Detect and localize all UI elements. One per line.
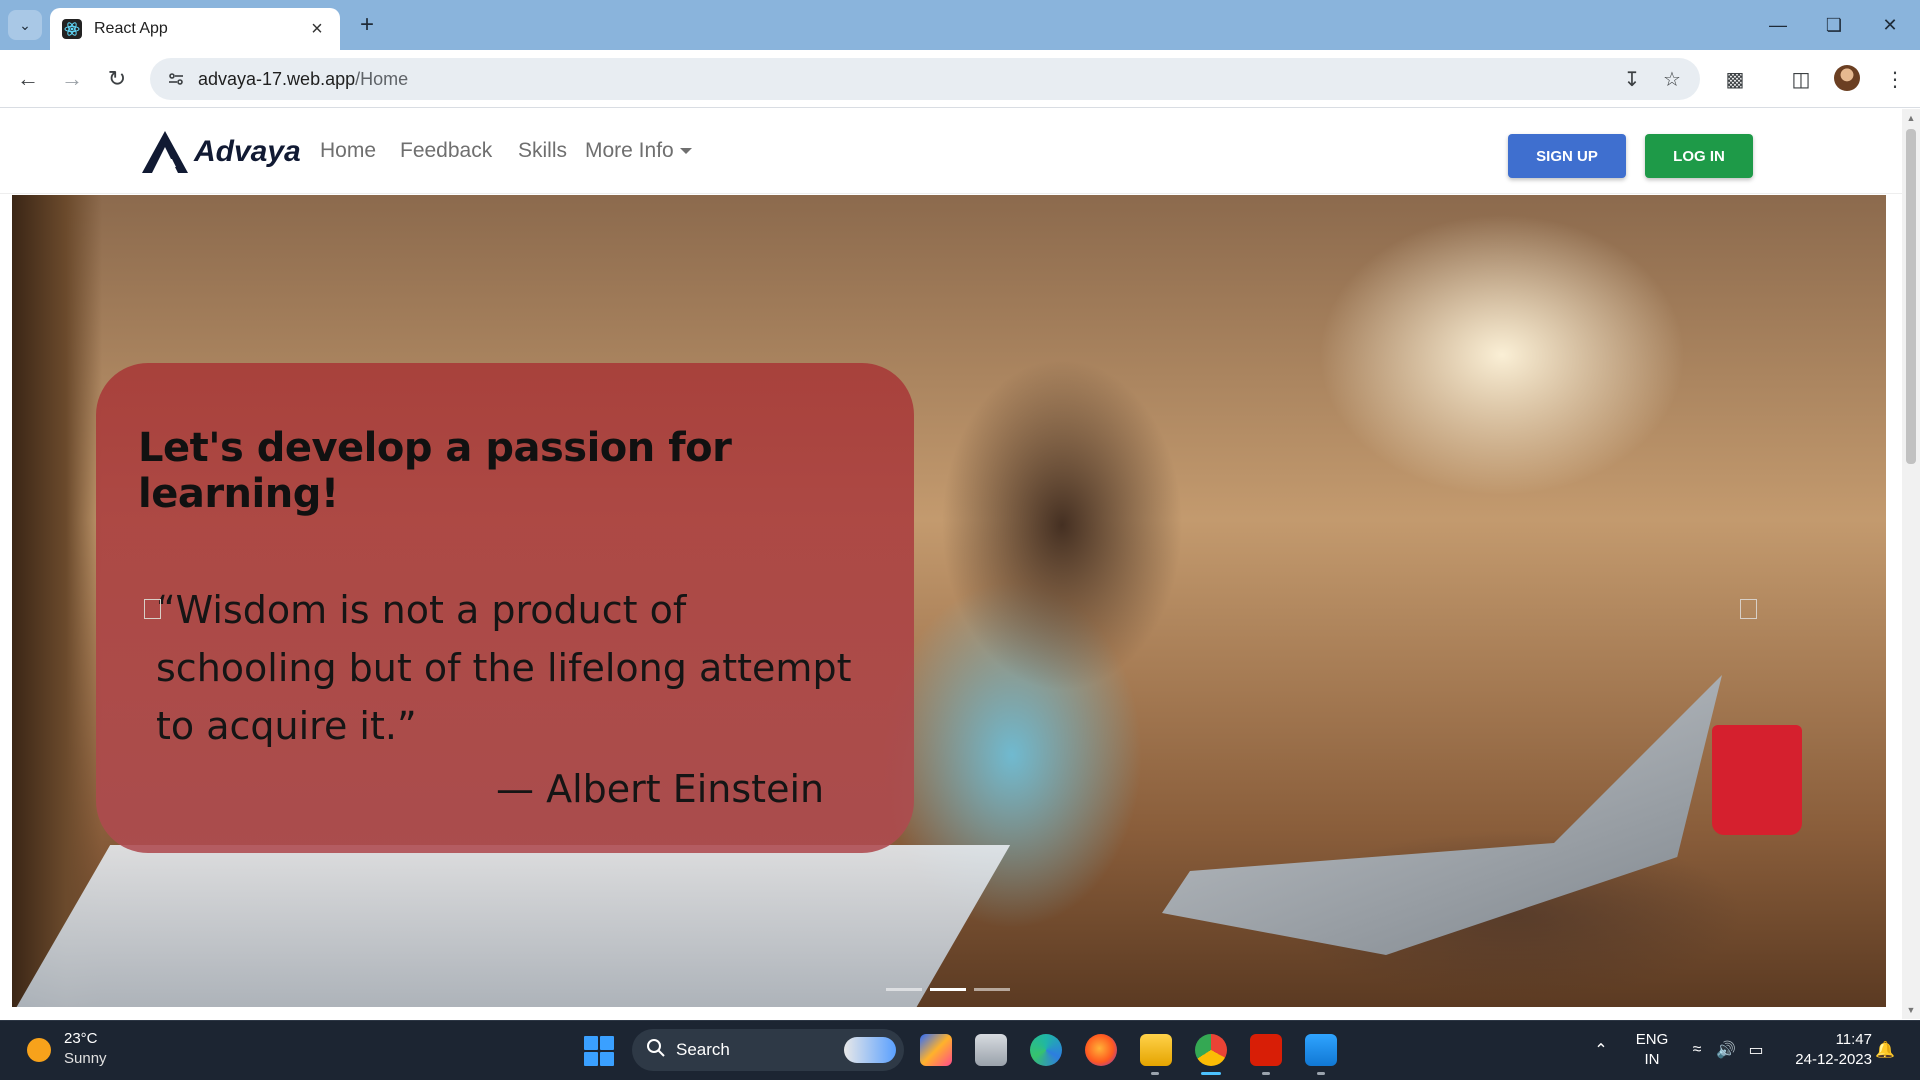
arrow-right-icon: → [61, 66, 83, 91]
extensions-icon[interactable]: ▩ [1720, 64, 1750, 94]
forward-button[interactable]: → [56, 63, 88, 95]
advaya-logo-icon [142, 131, 188, 173]
web-page: Advaya Home Feedback Skills More Info SI… [0, 109, 1902, 1019]
active-app-indicator [1201, 1072, 1221, 1075]
chrome-icon[interactable] [1195, 1034, 1227, 1066]
close-icon: ✕ [1882, 14, 1898, 35]
tab-title: React App [94, 20, 168, 37]
arrow-left-icon: ← [17, 66, 39, 91]
os-taskbar [0, 1020, 1920, 1080]
carousel-indicator-active[interactable] [930, 988, 966, 991]
start-button[interactable] [584, 1036, 614, 1066]
plus-icon: + [359, 11, 374, 38]
caret-down-icon [679, 148, 692, 155]
quote-card: Let's develop a passion for learning! “W… [96, 363, 914, 853]
browser-tab-strip: ⌄ React App × + — ❏ ✕ [0, 0, 1920, 50]
wifi-icon[interactable]: ≈ [1686, 1039, 1708, 1061]
site-navbar: Advaya Home Feedback Skills More Info SI… [0, 109, 1902, 194]
quote-text: “Wisdom is not a product of schooling bu… [156, 588, 852, 748]
reload-icon: ↻ [107, 66, 127, 91]
language-line-1[interactable]: ENG [1634, 1031, 1670, 1048]
brand-logo[interactable]: Advaya [140, 129, 301, 175]
battery-icon[interactable]: ▭ [1745, 1039, 1767, 1061]
bookmark-star-icon[interactable]: ☆ [1660, 67, 1684, 91]
search-label: Search [676, 1040, 730, 1059]
search-highlight-image [844, 1037, 896, 1063]
new-tab-button[interactable]: + [352, 10, 382, 40]
side-panel-icon[interactable]: ◫ [1786, 64, 1816, 94]
clock-time[interactable]: 11:47 [1782, 1031, 1872, 1048]
address-bar[interactable]: advaya-17.web.app/Home ↧ ☆ [150, 58, 1700, 100]
react-favicon-icon [62, 19, 82, 39]
file-explorer-icon[interactable] [1140, 1034, 1172, 1066]
quote-author: — Albert Einstein [496, 767, 825, 811]
menu-kebab-icon[interactable]: ⋮ [1880, 64, 1910, 94]
chevron-down-icon: ⌄ [19, 16, 31, 33]
copilot-app-icon[interactable] [920, 1034, 952, 1066]
running-indicator [1317, 1072, 1325, 1075]
url-path: /Home [355, 68, 409, 89]
hero-photo-mug [1712, 725, 1802, 835]
more-info-label: More Info [585, 139, 674, 162]
profile-avatar[interactable] [1834, 65, 1860, 91]
taskbar-search[interactable]: Search [632, 1029, 904, 1071]
search-icon [646, 1038, 666, 1063]
acrobat-reader-icon[interactable] [1250, 1034, 1282, 1066]
carousel-prev-button[interactable] [144, 599, 161, 619]
weather-description[interactable]: Sunny [64, 1050, 107, 1067]
language-line-2[interactable]: IN [1634, 1051, 1670, 1068]
notification-bell-icon[interactable]: 🔔 [1874, 1039, 1896, 1061]
nav-link-feedback[interactable]: Feedback [400, 139, 492, 163]
minimize-button[interactable]: — [1750, 0, 1806, 50]
site-info-icon[interactable] [164, 67, 188, 91]
log-in-button[interactable]: LOG IN [1645, 134, 1753, 178]
sun-icon[interactable] [27, 1038, 51, 1062]
hero-heading: Let's develop a passion for learning! [138, 425, 732, 517]
url-text: advaya-17.web.app/Home [198, 69, 408, 90]
nav-dropdown-more-info[interactable]: More Info [585, 139, 692, 163]
edge-browser-icon[interactable] [1030, 1034, 1062, 1066]
page-scrollbar[interactable]: ▲ ▼ [1902, 109, 1920, 1019]
brand-name: Advaya [194, 135, 301, 168]
show-hidden-icons-chevron-icon[interactable]: ⌃ [1590, 1039, 1612, 1061]
hero-photo-laptop [1162, 675, 1722, 955]
browser-tab-active[interactable]: React App × [50, 8, 340, 50]
close-window-button[interactable]: ✕ [1862, 0, 1918, 50]
nav-link-skills[interactable]: Skills [518, 139, 567, 163]
restore-icon: ❏ [1825, 14, 1843, 35]
notepad-icon[interactable] [1305, 1034, 1337, 1066]
running-indicator [1151, 1072, 1159, 1075]
tab-close-icon[interactable]: × [306, 18, 328, 41]
windows-logo-icon [584, 1036, 598, 1050]
carousel-next-button[interactable] [1740, 599, 1757, 619]
hero-photo-open-book [12, 845, 1011, 1007]
carousel-indicators [886, 988, 1010, 991]
scroll-down-icon[interactable]: ▼ [1906, 1005, 1916, 1015]
clock-date[interactable]: 24-12-2023 [1782, 1051, 1872, 1068]
tab-search-button[interactable]: ⌄ [8, 10, 42, 40]
running-indicator [1262, 1072, 1270, 1075]
scroll-up-icon[interactable]: ▲ [1906, 113, 1916, 123]
back-button[interactable]: ← [12, 63, 44, 95]
browser-toolbar: ← → ↻ advaya-17.web.app/Home ↧ ☆ ▩ ◫ ⋮ [0, 50, 1920, 108]
carousel-indicator[interactable] [886, 988, 922, 991]
weather-temperature[interactable]: 23°C [64, 1030, 98, 1047]
url-domain: advaya-17.web.app [198, 68, 356, 89]
minimize-icon: — [1769, 14, 1787, 35]
firefox-icon[interactable] [1085, 1034, 1117, 1066]
volume-icon[interactable]: 🔊 [1715, 1039, 1737, 1061]
restore-button[interactable]: ❏ [1806, 0, 1862, 50]
scroll-thumb[interactable] [1906, 129, 1916, 464]
reload-button[interactable]: ↻ [101, 63, 133, 95]
nav-link-home[interactable]: Home [320, 139, 376, 163]
sign-up-button[interactable]: SIGN UP [1508, 134, 1626, 178]
task-view-icon[interactable] [975, 1034, 1007, 1066]
install-app-icon[interactable]: ↧ [1620, 67, 1644, 91]
carousel-indicator[interactable] [974, 988, 1010, 991]
hero-carousel: Let's develop a passion for learning! “W… [12, 195, 1886, 1007]
